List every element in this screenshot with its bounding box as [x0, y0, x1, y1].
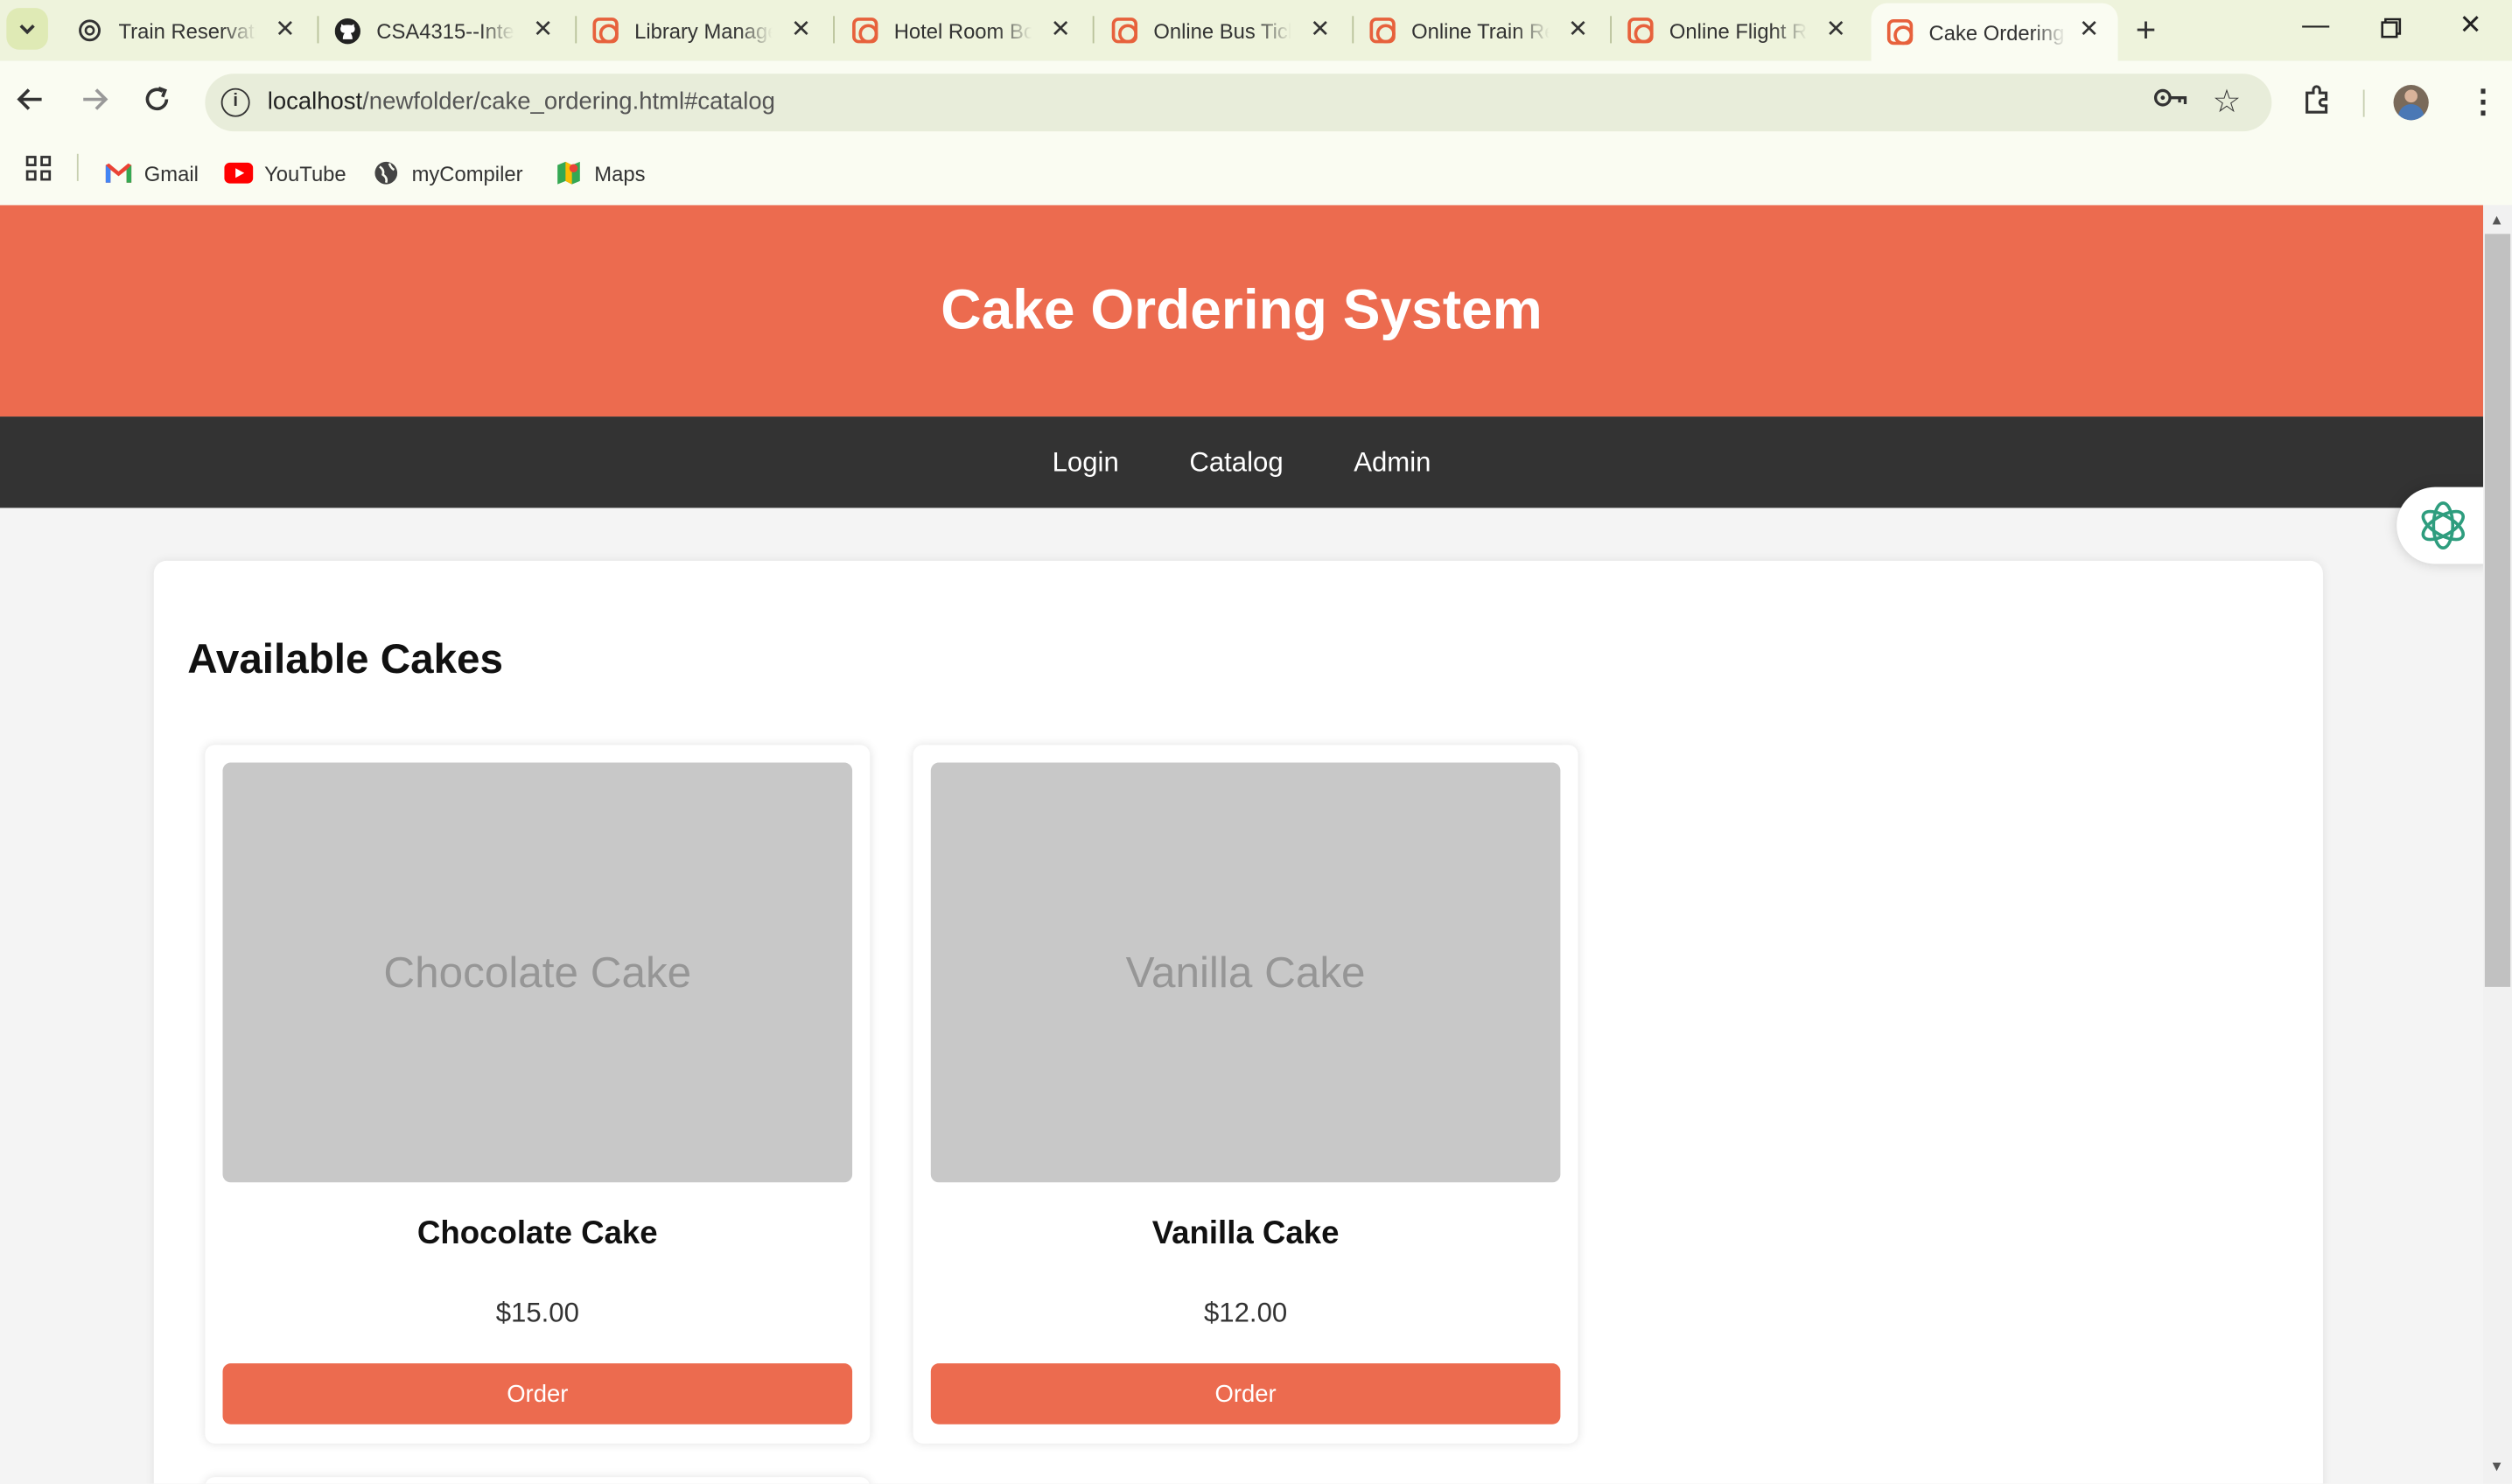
address-bar[interactable]: i localhost/newfolder/cake_ordering.html… — [205, 74, 2272, 132]
scrollbar-thumb[interactable] — [2484, 234, 2511, 987]
site-nav: Login Catalog Admin — [0, 416, 2484, 508]
close-icon[interactable]: ✕ — [1047, 16, 1073, 45]
order-button[interactable]: Order — [930, 1363, 1561, 1424]
back-arrow-icon[interactable] — [14, 83, 46, 125]
xampp-icon — [592, 18, 619, 44]
browser-toolbar: i localhost/newfolder/cake_ordering.html… — [0, 60, 2512, 144]
menu-kebab-icon[interactable]: ⋮ — [2467, 83, 2500, 122]
bookmark-mycompiler[interactable]: myCompiler — [372, 157, 523, 189]
toolbar-divider — [2362, 89, 2365, 117]
forward-arrow-icon[interactable] — [79, 83, 111, 125]
xampp-icon — [1369, 18, 1396, 44]
bookmark-label: myCompiler — [411, 161, 523, 186]
tab-title: Online Flight Reservation — [1669, 18, 1808, 43]
tab-cake-ordering[interactable]: Cake Ordering ✕ — [1871, 3, 2118, 61]
screen: Train Reservation ✕ CSA4315--Internet ✕ … — [0, 0, 2512, 1484]
tab-title: Hotel Room Booking — [893, 18, 1032, 43]
window-close-icon[interactable]: ✕ — [2460, 10, 2482, 42]
apps-grid-icon[interactable] — [25, 156, 52, 189]
maps-icon — [557, 161, 580, 185]
tab-title: CSA4315--Internet — [376, 18, 514, 43]
tab-online-bus-ticket[interactable]: Online Bus Ticket ✕ — [1095, 4, 1348, 58]
close-icon[interactable]: ✕ — [272, 16, 297, 45]
new-tab-plus-icon[interactable]: + — [2136, 10, 2157, 52]
assistant-icon — [2421, 501, 2465, 550]
tab-title: Library Management — [634, 18, 772, 43]
url-host: localhost — [267, 88, 363, 116]
url-path: /newfolder/cake_ordering.html#catalog — [362, 88, 775, 116]
tab-strip: Train Reservation ✕ CSA4315--Internet ✕ … — [0, 0, 2512, 61]
page-title: Cake Ordering System — [941, 278, 1543, 342]
tab-divider — [1092, 16, 1095, 44]
site-header: Cake Ordering System — [0, 205, 2484, 417]
xampp-icon — [1886, 18, 1914, 46]
cake-card: Vanilla Cake Vanilla Cake $12.00 Order — [913, 745, 1578, 1444]
close-icon[interactable]: ✕ — [2076, 16, 2102, 45]
openai-icon — [77, 18, 102, 43]
url-text[interactable]: localhost/newfolder/cake_ordering.html#c… — [268, 88, 775, 116]
vertical-scrollbar[interactable]: ▲ ▼ — [2483, 205, 2512, 1484]
scroll-down-arrow-icon[interactable]: ▼ — [2489, 1458, 2503, 1474]
cake-name: Vanilla Cake — [1151, 1215, 1340, 1252]
cake-image-placeholder: Vanilla Cake — [930, 762, 1561, 1183]
tab-search-button[interactable] — [6, 8, 48, 50]
github-icon — [334, 18, 360, 44]
close-icon[interactable]: ✕ — [1565, 16, 1591, 45]
cake-name: Chocolate Cake — [416, 1215, 658, 1252]
extensions-icon[interactable] — [2300, 83, 2333, 125]
close-icon[interactable]: ✕ — [530, 16, 556, 45]
nav-admin[interactable]: Admin — [1319, 446, 1466, 479]
cake-image-placeholder: Chocolate Cake — [222, 762, 853, 1183]
tab-csa4315[interactable]: CSA4315--Internet ✕ — [318, 4, 571, 58]
cake-price: $12.00 — [1203, 1298, 1288, 1328]
tab-divider — [833, 16, 835, 44]
bookmarks-bar: Gmail YouTube myCompiler Maps — [0, 144, 2512, 206]
bookmark-maps[interactable]: Maps — [555, 157, 646, 189]
nav-login[interactable]: Login — [1017, 446, 1154, 479]
assistant-floating-button[interactable] — [2397, 486, 2494, 564]
xampp-icon — [852, 18, 878, 44]
site-info-icon[interactable]: i — [220, 88, 250, 117]
tab-online-train-reservation[interactable]: Online Train Reservation ✕ — [1354, 4, 1606, 58]
catalog-section: Available Cakes Chocolate Cake Chocolate… — [153, 560, 2323, 1484]
close-icon[interactable]: ✕ — [1307, 16, 1333, 45]
section-title: Available Cakes — [187, 634, 504, 683]
bookmarks-divider — [76, 153, 79, 181]
tab-library-management[interactable]: Library Management ✕ — [577, 4, 829, 58]
page-viewport: Cake Ordering System Login Catalog Admin… — [0, 205, 2484, 1484]
chevron-down-icon — [19, 24, 35, 35]
bookmark-star-icon[interactable]: ☆ — [2213, 81, 2242, 122]
tab-train-reservation[interactable]: Train Reservation ✕ — [61, 4, 314, 58]
tab-hotel-room-booking[interactable]: Hotel Room Booking ✕ — [836, 4, 1089, 58]
tab-title: Train Reservation — [118, 18, 255, 43]
tab-title: Online Train Reservation — [1411, 18, 1549, 43]
gmail-icon — [105, 163, 132, 183]
bookmark-label: Gmail — [143, 161, 199, 186]
globe-icon — [374, 161, 398, 185]
youtube-icon — [224, 162, 254, 184]
cake-card-partial — [205, 1477, 871, 1484]
xampp-icon — [1111, 18, 1138, 44]
bookmark-label: Maps — [594, 161, 646, 186]
tab-online-flight-reservation[interactable]: Online Flight Reservation ✕ — [1612, 4, 1865, 58]
bookmark-youtube[interactable]: YouTube — [224, 157, 346, 189]
nav-catalog[interactable]: Catalog — [1154, 446, 1319, 479]
restore-icon[interactable] — [2381, 14, 2402, 46]
xampp-icon — [1627, 18, 1654, 44]
order-button[interactable]: Order — [222, 1363, 853, 1424]
close-icon[interactable]: ✕ — [1823, 16, 1849, 45]
tab-title: Cake Ordering — [1928, 19, 2065, 45]
reload-icon[interactable] — [141, 83, 173, 125]
bookmark-label: YouTube — [264, 161, 346, 186]
password-key-icon[interactable] — [2153, 85, 2188, 117]
minimize-icon[interactable]: — — [2302, 10, 2329, 42]
close-icon[interactable]: ✕ — [788, 16, 814, 45]
cake-card: Chocolate Cake Chocolate Cake $15.00 Ord… — [205, 745, 871, 1444]
bookmark-gmail[interactable]: Gmail — [104, 157, 199, 189]
tab-title: Online Bus Ticket — [1153, 18, 1291, 43]
profile-avatar[interactable] — [2393, 85, 2429, 121]
scroll-up-arrow-icon[interactable]: ▲ — [2489, 212, 2503, 228]
cake-price: $15.00 — [495, 1298, 579, 1328]
